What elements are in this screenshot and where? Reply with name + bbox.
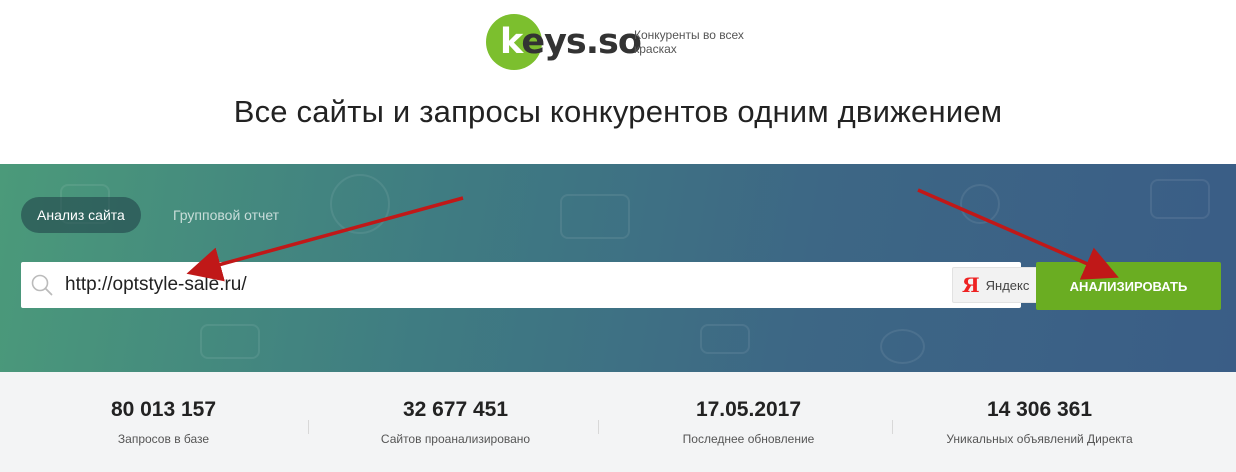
stat-sites: 32 677 451 Сайтов проанализировано — [310, 372, 601, 472]
yandex-icon: Я — [962, 273, 980, 297]
tab-group-report[interactable]: Групповой отчет — [157, 197, 295, 233]
search-icon — [31, 274, 53, 296]
page-title: Все сайты и запросы конкурентов одним дв… — [233, 94, 1003, 129]
tagline: Конкуренты во всех красках — [634, 28, 744, 56]
stat-value: 17.05.2017 — [695, 398, 802, 421]
search-box: Я Яндекс — [21, 262, 1038, 308]
doodle-shape — [560, 194, 630, 239]
tab-site-analysis[interactable]: Анализ сайта — [21, 197, 141, 233]
doodle-shape — [960, 184, 1000, 224]
analyze-button[interactable]: АНАЛИЗИРОВАТЬ — [1036, 262, 1221, 310]
stat-label: Запросов в базе — [117, 432, 210, 446]
stat-value: 80 013 157 — [110, 398, 217, 421]
stat-label: Сайтов проанализировано — [380, 432, 531, 446]
stat-last-update: 17.05.2017 Последнее обновление — [603, 372, 894, 472]
stat-divider — [308, 420, 309, 434]
site-header: keys.so Конкуренты во всех красках Все с… — [0, 0, 1236, 164]
search-input[interactable] — [65, 262, 925, 308]
search-banner: Анализ сайта Групповой отчет Я Яндекс АН… — [0, 164, 1236, 372]
stat-divider — [598, 420, 599, 434]
stat-value: 14 306 361 — [986, 398, 1093, 421]
arrow-to-button — [917, 188, 1119, 280]
doodle-shape — [330, 174, 390, 234]
logo-text: keys.so — [500, 22, 642, 62]
doodle-shape — [200, 324, 260, 359]
stat-label: Последнее обновление — [682, 432, 815, 446]
stat-queries: 80 013 157 Запросов в базе — [18, 372, 309, 472]
stats-bar: 80 013 157 Запросов в базе 32 677 451 Са… — [0, 372, 1236, 472]
stat-label: Уникальных объявлений Директа — [946, 432, 1133, 446]
logo[interactable]: keys.so — [486, 14, 642, 70]
stat-direct-ads: 14 306 361 Уникальных объявлений Директа — [894, 372, 1185, 472]
stat-divider — [892, 420, 893, 434]
doodle-shape — [880, 329, 925, 364]
search-engine-select[interactable]: Я Яндекс — [952, 267, 1038, 303]
doodle-shape — [700, 324, 750, 354]
stat-value: 32 677 451 — [402, 398, 509, 421]
engine-label: Яндекс — [985, 277, 1030, 293]
doodle-shape — [1150, 179, 1210, 219]
